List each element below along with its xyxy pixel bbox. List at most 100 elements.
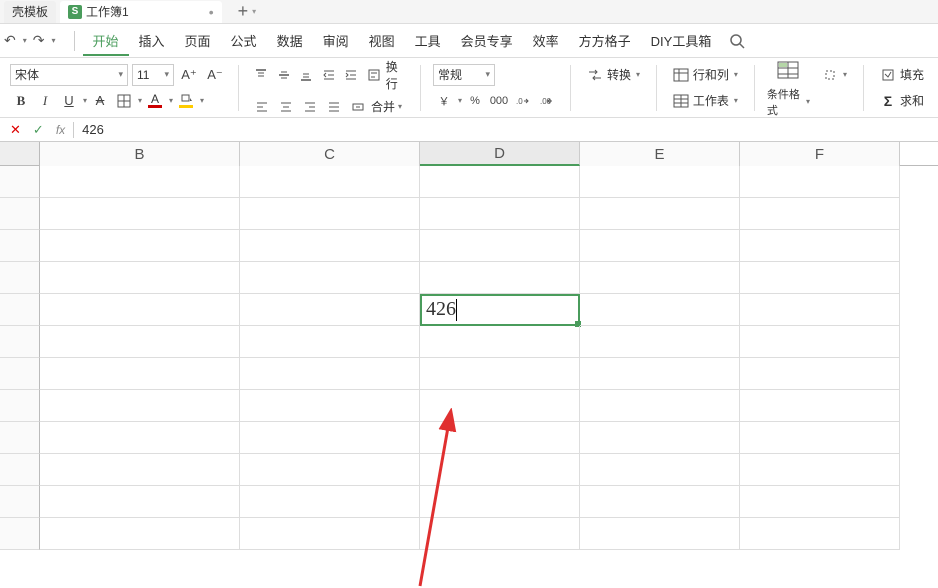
cell-F11[interactable] [740,486,900,518]
row-header[interactable] [0,198,40,230]
cell-F5[interactable] [740,294,900,326]
cell-B10[interactable] [40,454,240,486]
cell-B5[interactable] [40,294,240,326]
tab-template[interactable]: 壳模板 [4,1,56,23]
cell-E11[interactable] [580,486,740,518]
cell-E4[interactable] [580,262,740,294]
bold-button[interactable]: B [10,90,32,112]
cell-F12[interactable] [740,518,900,550]
underline-button[interactable]: U [58,90,80,112]
cell-E12[interactable] [580,518,740,550]
chevron-down-icon[interactable]: ▾ [200,96,204,105]
cell-C10[interactable] [240,454,420,486]
cell-E9[interactable] [580,422,740,454]
row-header[interactable] [0,390,40,422]
cell-C11[interactable] [240,486,420,518]
cell-F8[interactable] [740,390,900,422]
cell-C9[interactable] [240,422,420,454]
search-icon[interactable] [729,33,745,49]
cell-E2[interactable] [580,198,740,230]
menu-tab-view[interactable]: 视图 [359,25,405,56]
fx-button[interactable]: fx [56,123,65,137]
cell-C2[interactable] [240,198,420,230]
cell-D4[interactable] [420,262,580,294]
align-center-button[interactable] [275,96,297,118]
cell-C6[interactable] [240,326,420,358]
chevron-down-icon[interactable]: ▾ [138,96,142,105]
undo-dropdown-icon[interactable]: ▾ [23,36,27,45]
menu-tab-ffgz[interactable]: 方方格子 [569,25,641,56]
cell-C7[interactable] [240,358,420,390]
row-header[interactable] [0,454,40,486]
cell-D10[interactable] [420,454,580,486]
menu-tab-efficiency[interactable]: 效率 [523,25,569,56]
cell-D2[interactable] [420,198,580,230]
increase-decimal-button[interactable]: .00 [536,90,558,112]
row-header[interactable] [0,166,40,198]
sum-button[interactable]: Σ 求和 [876,90,928,112]
col-header-B[interactable]: B [40,142,240,166]
format-brush-button[interactable]: ▾ [818,64,851,86]
align-left-button[interactable] [251,96,273,118]
cell-C8[interactable] [240,390,420,422]
font-size-select[interactable]: 11 ▾ [132,64,174,86]
cell-D1[interactable] [420,166,580,198]
justify-button[interactable] [323,96,345,118]
cell-F4[interactable] [740,262,900,294]
comma-button[interactable]: 000 [488,90,510,112]
tab-workbook[interactable]: S 工作簿1 • [60,1,222,23]
menu-tab-page[interactable]: 页面 [175,25,221,56]
convert-button[interactable]: 转换 ▾ [583,64,644,86]
select-all-corner[interactable] [0,142,40,165]
cell-D7[interactable] [420,358,580,390]
decrease-font-button[interactable]: A⁻ [204,64,226,86]
cell-B12[interactable] [40,518,240,550]
chevron-down-icon[interactable]: ▾ [169,96,173,105]
worksheet-button[interactable]: 工作表 ▾ [669,90,742,112]
chevron-down-icon[interactable]: ▾ [398,102,402,111]
row-header[interactable] [0,518,40,550]
cell-D3[interactable] [420,230,580,262]
decrease-decimal-button[interactable]: .0 [512,90,534,112]
redo-button[interactable]: ↷ [33,32,45,49]
menu-tab-review[interactable]: 审阅 [313,25,359,56]
row-header[interactable] [0,262,40,294]
wrap-text-button[interactable] [363,64,383,86]
cell-B1[interactable] [40,166,240,198]
font-select[interactable]: 宋体 ▾ [10,64,128,86]
formula-confirm-button[interactable]: ✓ [33,122,44,138]
cell-C3[interactable] [240,230,420,262]
align-bottom-button[interactable] [296,64,316,86]
cell-D12[interactable] [420,518,580,550]
chevron-down-icon[interactable]: ▾ [458,96,462,105]
row-header[interactable] [0,486,40,518]
cell-E3[interactable] [580,230,740,262]
cell-B8[interactable] [40,390,240,422]
row-col-button[interactable]: 行和列 ▾ [669,64,742,86]
cell-D9[interactable] [420,422,580,454]
increase-indent-button[interactable] [341,64,361,86]
formula-input[interactable]: 426 [76,122,934,137]
row-header[interactable] [0,326,40,358]
menu-tab-tools[interactable]: 工具 [405,25,451,56]
cell-B6[interactable] [40,326,240,358]
cell-C5[interactable] [240,294,420,326]
cell-B11[interactable] [40,486,240,518]
row-header[interactable] [0,422,40,454]
decrease-indent-button[interactable] [318,64,338,86]
fill-button[interactable]: 填充 [876,64,928,86]
redo-dropdown-icon[interactable]: ▾ [51,36,55,45]
cell-E1[interactable] [580,166,740,198]
cell-B7[interactable] [40,358,240,390]
conditional-format-large[interactable] [767,58,810,82]
align-middle-button[interactable] [273,64,293,86]
align-right-button[interactable] [299,96,321,118]
cell-D5[interactable]: 426 [420,294,580,326]
menu-tab-vip[interactable]: 会员专享 [451,25,523,56]
cell-F6[interactable] [740,326,900,358]
cell-B4[interactable] [40,262,240,294]
col-header-F[interactable]: F [740,142,900,166]
col-header-D[interactable]: D [420,142,580,166]
percent-button[interactable]: % [464,90,486,112]
cell-C12[interactable] [240,518,420,550]
